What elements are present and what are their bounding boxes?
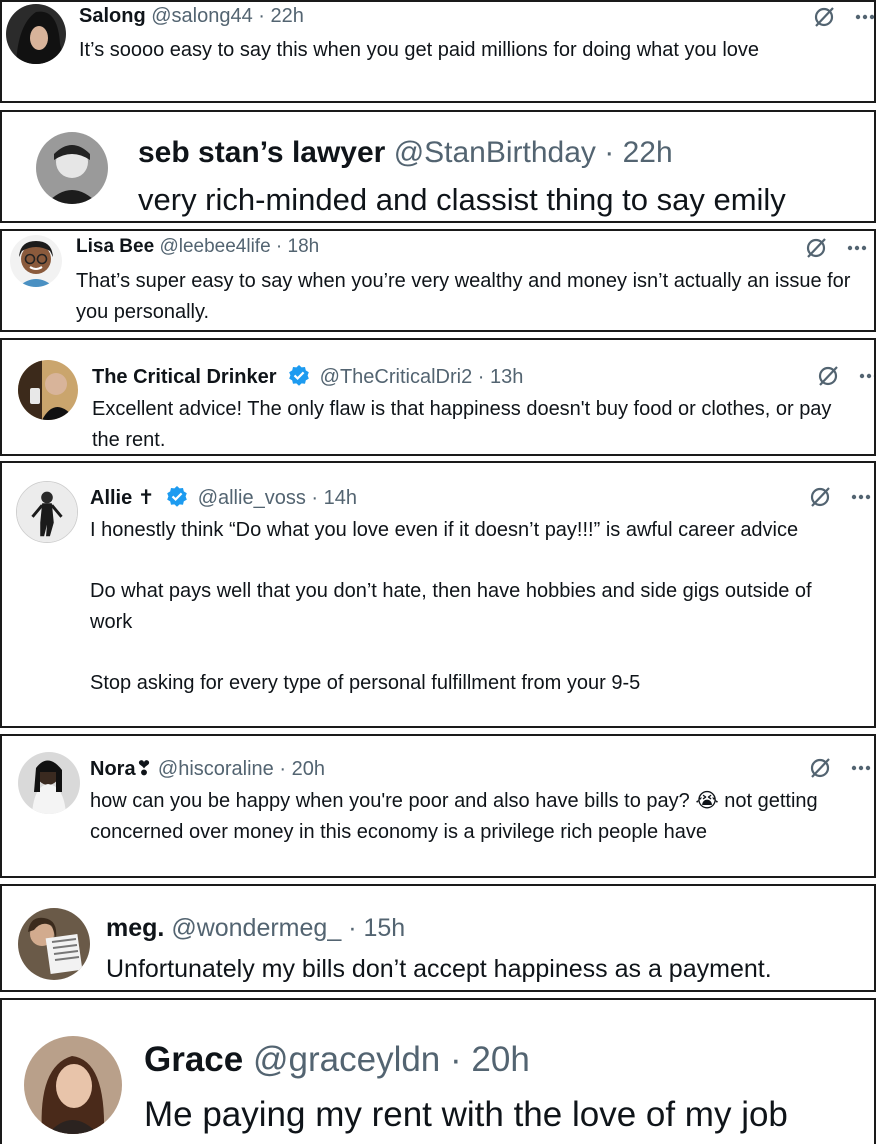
grok-icon[interactable] <box>812 5 836 29</box>
avatar[interactable] <box>18 360 78 420</box>
reply-text: Stop asking for every type of personal f… <box>90 672 641 694</box>
user-handle[interactable]: @leebee4life <box>159 236 270 257</box>
user-handle[interactable]: @TheCriticalDri2 <box>320 366 473 388</box>
separator-dot: · <box>450 1040 462 1079</box>
more-icon[interactable] <box>858 364 874 388</box>
reply-text: Do what pays well that you don’t hate, t… <box>90 580 812 633</box>
display-name[interactable]: seb stan’s lawyer <box>138 136 385 169</box>
display-name[interactable]: meg. <box>106 914 164 942</box>
more-icon[interactable] <box>850 756 872 780</box>
reply-text: Excellent advice! The only flaw is that … <box>92 398 832 451</box>
separator-dot: · <box>279 758 287 780</box>
user-handle[interactable]: @hiscoraline <box>158 758 274 780</box>
user-handle[interactable]: @salong44 <box>151 5 252 27</box>
user-handle[interactable]: @graceyldn <box>253 1040 440 1079</box>
timestamp[interactable]: 18h <box>288 236 320 257</box>
grok-icon[interactable] <box>816 364 840 388</box>
separator-dot: · <box>348 914 357 942</box>
reply-text: Me paying my rent with the love of my jo… <box>144 1095 788 1134</box>
reply-text: very rich-minded and classist thing to s… <box>138 182 786 217</box>
reply-text: I honestly think “Do what you love even … <box>90 519 799 541</box>
separator-dot: · <box>258 5 265 27</box>
display-name[interactable]: Nora❣ <box>90 758 152 780</box>
more-icon[interactable] <box>854 5 874 29</box>
avatar[interactable] <box>36 132 108 204</box>
reply-card[interactable]: Allie ✝ @allie_voss · 14h I honestly thi… <box>0 461 876 728</box>
display-name[interactable]: Grace <box>144 1040 243 1079</box>
user-handle[interactable]: @allie_voss <box>198 487 306 509</box>
reply-text: That’s super easy to say when you’re ver… <box>76 270 851 323</box>
display-name[interactable]: Lisa Bee <box>76 236 154 257</box>
grok-icon[interactable] <box>804 236 828 260</box>
separator-dot: · <box>477 366 485 388</box>
avatar[interactable] <box>6 4 66 64</box>
verified-badge-icon <box>288 364 310 392</box>
reply-card[interactable]: Salong @salong44 · 22h It’s soooo easy t… <box>0 0 876 103</box>
timestamp[interactable]: 20h <box>471 1040 529 1079</box>
reply-card[interactable]: Grace @graceyldn · 20h Me paying my rent… <box>0 998 876 1144</box>
user-handle[interactable]: @StanBirthday <box>394 136 596 169</box>
reply-card[interactable]: Nora❣ @hiscoraline · 20h how can you be … <box>0 734 876 878</box>
separator-dot: · <box>275 236 283 257</box>
more-icon[interactable] <box>846 236 868 260</box>
display-name[interactable]: Salong <box>79 5 146 27</box>
user-handle[interactable]: @wondermeg_ <box>171 914 341 942</box>
timestamp[interactable]: 20h <box>292 758 325 780</box>
reply-card[interactable]: seb stan’s lawyer @StanBirthday · 22h ve… <box>0 110 876 223</box>
timestamp[interactable]: 13h <box>490 366 523 388</box>
grok-icon[interactable] <box>808 485 832 509</box>
timestamp[interactable]: 22h <box>623 136 673 169</box>
avatar[interactable] <box>24 1036 122 1134</box>
avatar[interactable] <box>18 908 90 980</box>
separator-dot: · <box>311 487 319 509</box>
separator-dot: · <box>604 136 615 169</box>
display-name[interactable]: The Critical Drinker <box>92 366 277 388</box>
grok-icon[interactable] <box>808 756 832 780</box>
timestamp[interactable]: 14h <box>324 487 357 509</box>
avatar[interactable] <box>18 752 80 814</box>
timestamp[interactable]: 15h <box>363 914 405 942</box>
more-icon[interactable] <box>850 485 872 509</box>
reply-card[interactable]: Lisa Bee @leebee4life · 18h That’s super… <box>0 229 876 332</box>
reply-text: how can you be happy when you're poor an… <box>90 790 818 843</box>
timestamp[interactable]: 22h <box>271 5 304 27</box>
avatar[interactable] <box>10 235 62 287</box>
reply-card[interactable]: The Critical Drinker @TheCriticalDri2 · … <box>0 338 876 456</box>
display-name[interactable]: Allie ✝ <box>90 487 155 509</box>
avatar[interactable] <box>16 481 78 543</box>
verified-badge-icon <box>166 485 188 513</box>
reply-card[interactable]: meg. @wondermeg_ · 15h Unfortunately my … <box>0 884 876 992</box>
reply-text: Unfortunately my bills don’t accept happ… <box>106 955 772 983</box>
reply-text: It’s soooo easy to say this when you get… <box>79 39 760 61</box>
